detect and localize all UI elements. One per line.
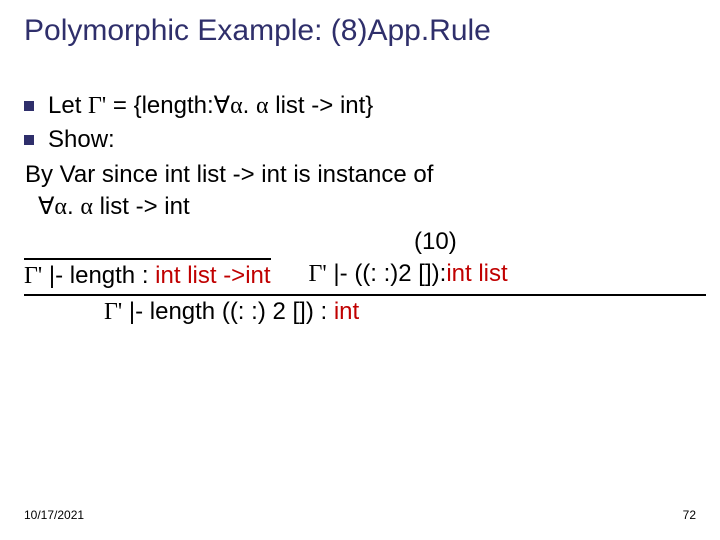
- gamma-prime: Γ': [24, 263, 42, 289]
- slide: Polymorphic Example: (8)App.Rule Let Γ' …: [0, 0, 720, 540]
- line-forall-type: ∀α. α list -> int: [38, 191, 706, 223]
- slide-title: Polymorphic Example: (8)App.Rule: [24, 14, 696, 48]
- bullet-icon: [24, 135, 34, 145]
- t: list -> int}: [269, 92, 374, 119]
- t: = {length:: [106, 92, 213, 119]
- bullet-icon: [24, 101, 34, 111]
- footer-date: 10/17/2021: [24, 508, 84, 522]
- alpha-sym: α: [256, 93, 269, 119]
- t: |- length ((: :) 2 []) :: [122, 298, 334, 325]
- alpha-sym: α: [54, 194, 67, 220]
- bullet-let-text: Let Γ' = {length:∀α. α list -> int}: [48, 90, 373, 122]
- kw-intlist: int list: [446, 260, 507, 287]
- premises: Γ' |- length : int list ->int Γ' |- ((: …: [24, 258, 706, 292]
- footer-page-number: 72: [683, 508, 696, 522]
- kw-intlist-arrow-int: int list ->int: [155, 262, 270, 289]
- alpha-sym: α: [80, 194, 93, 220]
- forall-sym: ∀: [214, 93, 230, 119]
- t: |- length :: [42, 262, 155, 289]
- line-byvar: By Var since int list -> int is instance…: [25, 159, 706, 191]
- premise-right: Γ' |- ((: :)2 []):int list: [309, 258, 508, 292]
- bullet-show: Show:: [24, 124, 706, 156]
- gamma-prime: Γ': [104, 299, 122, 325]
- premise-left: Γ' |- length : int list ->int: [24, 258, 271, 292]
- t: Let: [48, 92, 88, 119]
- t: .: [243, 92, 256, 119]
- bullet-let: Let Γ' = {length:∀α. α list -> int}: [24, 90, 706, 122]
- alpha-sym: α: [230, 93, 243, 119]
- gamma-prime: Γ': [88, 93, 106, 119]
- conclusion: Γ' |- length ((: :) 2 []) : int: [24, 294, 706, 328]
- t: .: [67, 193, 80, 220]
- kw-int: int: [334, 298, 359, 325]
- bullet-show-text: Show:: [48, 124, 115, 156]
- slide-body: Let Γ' = {length:∀α. α list -> int} Show…: [24, 90, 706, 329]
- rule-label-10: (10): [24, 226, 706, 258]
- t: |- ((: :)2 []):: [327, 260, 447, 287]
- gamma-prime: Γ': [309, 261, 327, 287]
- t: list -> int: [93, 193, 190, 220]
- forall-sym: ∀: [38, 194, 54, 220]
